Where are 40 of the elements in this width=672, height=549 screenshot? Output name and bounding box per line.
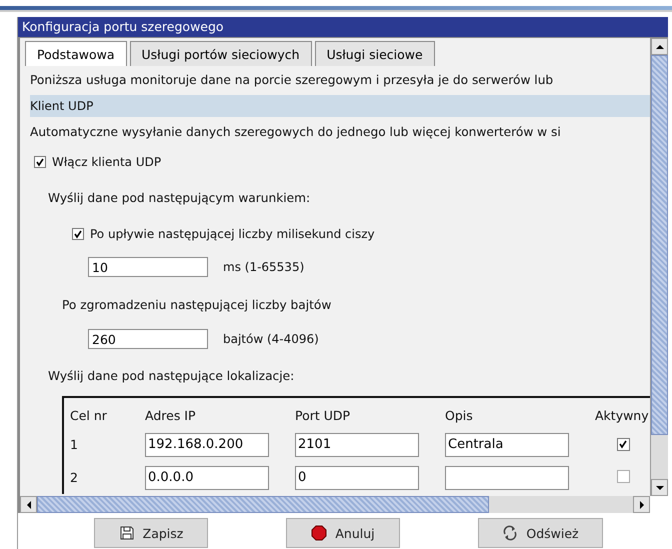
checkbox[interactable] [617, 438, 630, 451]
input-field[interactable]: 192.168.0.200 [145, 432, 269, 456]
column-header: Adres IP [145, 408, 197, 422]
column-header: Opis [445, 408, 474, 422]
cancel-button[interactable]: Anuluj [286, 518, 400, 548]
tab[interactable]: Usługi sieciowe [314, 41, 435, 66]
input-field[interactable] [445, 466, 569, 490]
destinations-label: Wyślij dane pod następujące lokalizacje: [47, 368, 296, 385]
window-title: Konfiguracja portu szeregowego [18, 17, 668, 37]
column-header: Cel nr [69, 408, 108, 422]
checkbox[interactable] [72, 228, 84, 240]
input-field[interactable]: 260 [88, 329, 208, 349]
unit-label: bajtów (4-4096) [223, 332, 319, 346]
table-cell-text: 2 [69, 470, 79, 485]
condition-label: Po zgromadzeniu następującej liczby bajtów [61, 297, 332, 314]
table-cell-text: 1 [69, 437, 79, 452]
stop-icon [311, 525, 328, 541]
refresh-icon [502, 525, 518, 541]
input-field[interactable]: 0.0.0.0 [145, 466, 269, 490]
intro-text: Poniższa usługa monitoruje dane na porcie szeregowym i przesyła je do serwerów lub [30, 72, 554, 89]
column-header: Port UDP [295, 408, 352, 422]
checkbox[interactable] [617, 470, 630, 482]
input-field[interactable]: Centrala [445, 432, 569, 456]
checkbox[interactable] [34, 156, 46, 168]
unit-label: ms (1-65535) [223, 260, 304, 274]
save-button[interactable]: Zapisz [94, 518, 208, 548]
input-field[interactable]: 0 [295, 466, 419, 490]
refresh-button[interactable]: Odśwież [478, 518, 603, 548]
input-field[interactable]: 10 [88, 257, 208, 277]
tab[interactable]: Podstawowa [25, 41, 127, 66]
condition-label: Wyślij dane pod następującym warunkiem: [47, 190, 312, 207]
vertical-scrollbar[interactable] [650, 38, 668, 496]
section-description: Automatyczne wysyłanie danych szeregowych do jednego lub więcej konwerterów w si [30, 124, 562, 141]
input-field[interactable]: 2101 [295, 432, 419, 456]
section-header: Klient UDP [30, 95, 650, 117]
tab[interactable]: Usługi portów sieciowych [130, 41, 312, 66]
horizontal-scrollbar[interactable] [18, 496, 650, 513]
checkbox-label: Włącz klienta UDP [52, 155, 162, 169]
checkbox-label: Po upływie następującej liczby milisekund ciszy [90, 227, 375, 241]
column-header: Aktywny [595, 408, 649, 422]
